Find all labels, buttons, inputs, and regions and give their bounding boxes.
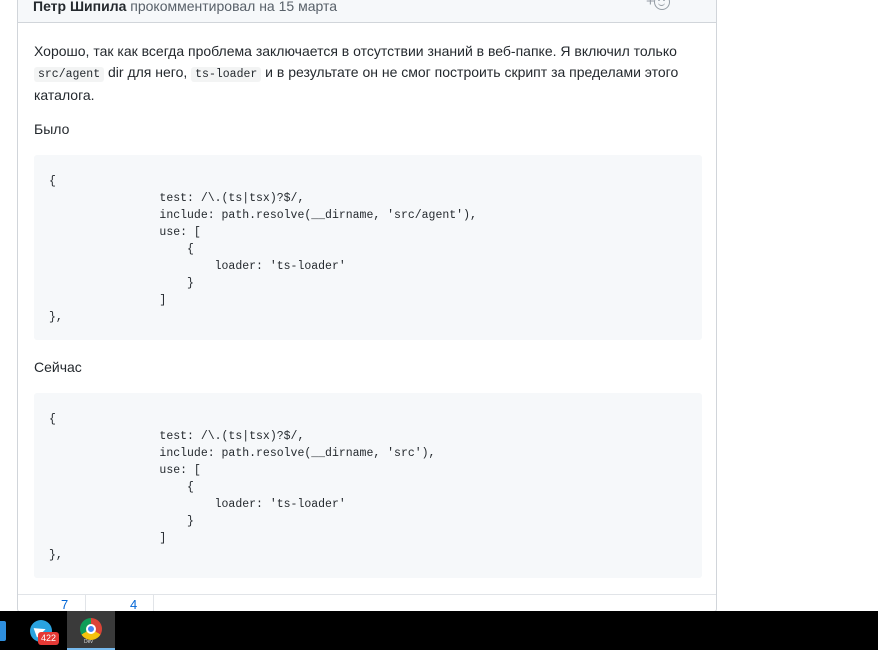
before-code-block: { test: /\.(ts|tsx)?$/, include: path.re… [34, 155, 702, 340]
inline-code-src-agent: src/agent [34, 67, 105, 82]
chrome-taskbar-button[interactable]: Dev [67, 611, 115, 650]
comment-footer: 7 4 [18, 594, 716, 611]
windows-taskbar: 422 Dev [0, 611, 878, 650]
body-text-part1: Хорошо, так как всегда проблема заключае… [34, 43, 677, 59]
footer-divider [85, 595, 86, 611]
footer-divider [153, 595, 154, 611]
after-label: Сейчас [34, 359, 82, 375]
before-label: Было [34, 121, 70, 137]
comment-action: прокомментировал на 15 марта [130, 0, 337, 14]
comment-card: Петр Шипила прокомментировал на 15 марта… [17, 0, 717, 612]
reaction-count-b[interactable]: 4 [130, 597, 137, 611]
comment-header: Петр Шипила прокомментировал на 15 марта… [18, 0, 716, 23]
reaction-count-a[interactable]: 7 [61, 597, 68, 611]
after-code-block: { test: /\.(ts|tsx)?$/, include: path.re… [34, 393, 702, 578]
chrome-profile-label: Dev [84, 639, 93, 645]
inline-code-ts-loader: ts-loader [191, 67, 262, 82]
comment-author[interactable]: Петр Шипила [33, 0, 126, 14]
smiley-reaction-icon [654, 0, 670, 10]
chrome-icon [80, 618, 102, 640]
body-text-part2: dir для него, [104, 64, 192, 80]
add-reaction-button[interactable]: + [646, 0, 676, 13]
telegram-taskbar-button[interactable]: 422 [22, 611, 62, 650]
comment-body: Хорошо, так как всегда проблема заключае… [34, 41, 684, 106]
app-icon[interactable] [0, 621, 6, 641]
telegram-unread-badge: 422 [38, 632, 60, 645]
